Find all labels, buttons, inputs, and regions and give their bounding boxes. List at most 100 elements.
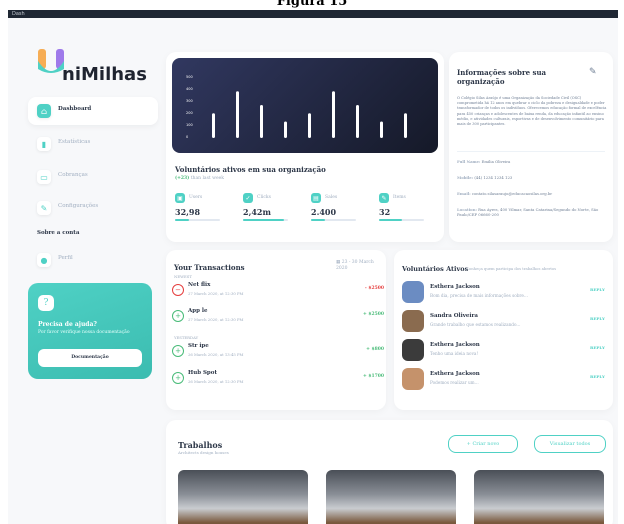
- sidebar: niMilhas ⌂ Dashboard ▮ Estatísticas ▭ Co…: [8, 18, 161, 524]
- avatar: [402, 310, 424, 332]
- field-key: Full Name:: [457, 159, 481, 164]
- info-full-name: Full Name: Emilia Oliveira: [457, 159, 607, 164]
- volunteers-bar-chart: 500 400 300 200 100 0: [172, 58, 438, 153]
- arrow-up-icon: +: [172, 345, 184, 357]
- sidebar-item-label: Dashboard: [58, 106, 92, 112]
- field-value: Rua Ayres, 400 Vilmar, Santa Catarina/Se…: [457, 207, 599, 217]
- volunteers-subtitle: Conheça quem participa dos trabalhos abe…: [466, 266, 557, 271]
- wallet-icon: ▣: [175, 193, 185, 203]
- arrow-down-icon: −: [172, 284, 184, 296]
- app-window: Dash niMilhas ⌂ Dashboard ▮ Estatísticas…: [8, 10, 618, 524]
- active-volunteers-card: 500 400 300 200 100 0 Voluntários ativos em s…: [166, 52, 444, 242]
- kpi-items: ✎ Items 32: [379, 193, 439, 233]
- transaction-row[interactable]: + App le 27 March 2020, at 12:30 PM + $2…: [172, 308, 384, 332]
- sidebar-item-estatisticas[interactable]: ▮ Estatísticas: [28, 130, 158, 158]
- transaction-time: 26 March 2020, at 12:30 PM: [188, 379, 244, 384]
- sidebar-item-label: Estatísticas: [58, 139, 91, 145]
- volunteer-message: Podemos realizar um...: [430, 380, 479, 385]
- y-tick-label: 200: [186, 111, 193, 115]
- card-icon: ▭: [37, 170, 51, 184]
- avatar: [402, 339, 424, 361]
- project-image[interactable]: [326, 470, 456, 524]
- create-new-button[interactable]: + Criar novo: [448, 435, 518, 453]
- logo-text: niMilhas: [62, 64, 147, 85]
- sidebar-item-dashboard[interactable]: ⌂ Dashboard: [28, 97, 158, 125]
- volunteer-name: Esthera Jackson: [430, 371, 480, 377]
- transaction-row[interactable]: − Net flix 27 March 2020, at 12:30 PM - …: [172, 282, 384, 306]
- calendar-icon: ▦: [336, 260, 341, 265]
- figure-caption: Figura 15: [276, 0, 348, 9]
- kpi-clicks: ✓ Clicks 2,42m: [243, 193, 303, 233]
- edit-icon[interactable]: ✎: [589, 67, 597, 77]
- kpi-label: Items: [393, 195, 406, 200]
- transactions-title: Your Transactions: [174, 263, 245, 272]
- organization-info-card: Informações sobre sua organização ✎ O Co…: [449, 52, 613, 242]
- transaction-row[interactable]: + Hub Spot 26 March 2020, at 12:30 PM + …: [172, 370, 384, 394]
- info-description: O Colégio Silas Araújo é uma Organização…: [457, 96, 607, 127]
- sidebar-item-configuracoes[interactable]: ✎ Configurações: [28, 194, 158, 222]
- volunteer-row: Esthera Jackson Tenho uma ideia nova! RE…: [402, 339, 608, 363]
- project-image[interactable]: [474, 470, 604, 524]
- wrench-icon: ✎: [37, 201, 51, 215]
- active-volunteers-list-card: Voluntários Ativos Conheça quem particip…: [394, 250, 613, 410]
- rocket-icon: ✓: [243, 193, 253, 203]
- reply-button[interactable]: REPLY: [590, 316, 605, 321]
- y-tick-label: 100: [186, 123, 193, 127]
- kpi-users: ▣ Users 32,98: [175, 193, 235, 233]
- chart-bar: [380, 121, 383, 138]
- create-new-label: Criar novo: [472, 441, 500, 447]
- volunteer-row: Esthera Jackson Podemos realizar um... R…: [402, 368, 608, 392]
- sidebar-item-label: Perfil: [58, 255, 73, 261]
- field-value: Emilia Oliveira: [481, 159, 511, 164]
- transaction-name: Hub Spot: [188, 370, 217, 376]
- transaction-row[interactable]: + Str ipe 26 March 2020, at 13:45 PM + $…: [172, 343, 384, 367]
- title-bar: Dash: [8, 10, 618, 18]
- kpi-value: 2.400: [311, 207, 337, 217]
- sidebar-item-label: Cobranças: [58, 172, 88, 178]
- kpi-value: 32,98: [175, 207, 201, 217]
- date-range-text: 23 - 30 March 2020: [336, 260, 374, 271]
- chart-bar: [236, 91, 239, 138]
- volunteer-name: Esthera Jackson: [430, 284, 480, 290]
- arrow-up-icon: +: [172, 310, 184, 322]
- sidebar-item-perfil[interactable]: ● Perfil: [28, 246, 158, 274]
- documentation-button[interactable]: Documentação: [38, 349, 142, 367]
- avatar: [402, 281, 424, 303]
- info-mobile: Mobile: (44) 1234 1234 123: [457, 175, 607, 180]
- chart-bar: [212, 113, 215, 138]
- cart-icon: ▤: [311, 193, 321, 203]
- transaction-amount: + $2500: [363, 312, 384, 317]
- volunteer-message: Tenho uma ideia nova!: [430, 351, 479, 356]
- volunteer-name: Esthera Jackson: [430, 342, 480, 348]
- chart-bar: [284, 121, 287, 138]
- y-tick-label: 500: [186, 75, 193, 79]
- project-image[interactable]: [178, 470, 308, 524]
- view-all-button[interactable]: Visualizar todos: [534, 435, 606, 453]
- reply-button[interactable]: REPLY: [590, 345, 605, 350]
- transaction-name: Net flix: [188, 282, 211, 288]
- transaction-name: Str ipe: [188, 343, 209, 349]
- user-icon: ●: [37, 253, 51, 267]
- transaction-time: 27 March 2020, at 12:30 PM: [188, 291, 244, 296]
- transaction-time: 26 March 2020, at 13:45 PM: [188, 352, 244, 357]
- stats-growth-suffix: than last week: [190, 176, 225, 181]
- reply-button[interactable]: REPLY: [590, 374, 605, 379]
- field-value: (44) 1234 1234 123: [474, 175, 513, 180]
- section-label-account: Sobre a conta: [37, 230, 80, 236]
- transaction-amount: - $2500: [364, 286, 384, 291]
- chart-bar: [404, 113, 407, 138]
- volunteer-row: Esthera Jackson Bom dia, precisa de mais…: [402, 281, 608, 305]
- kpi-progress-fill: [379, 219, 402, 221]
- arrow-up-icon: +: [172, 372, 184, 384]
- help-card: ? Precisa de ajuda? Por favor verifique …: [28, 283, 152, 379]
- info-email: Email: contato.silasaraujo@educacaosilas…: [457, 191, 607, 196]
- volunteer-message: Grande trabalho que estamos realizando..…: [430, 322, 521, 327]
- reply-button[interactable]: REPLY: [590, 287, 605, 292]
- volunteer-row: Sandra Oliveira Grande trabalho que esta…: [402, 310, 608, 334]
- chart-bar: [332, 91, 335, 138]
- kpi-value: 32: [379, 207, 391, 217]
- sidebar-item-cobrancas[interactable]: ▭ Cobranças: [28, 163, 158, 191]
- kpi-progress-fill: [311, 219, 325, 221]
- kpi-label: Users: [189, 195, 203, 200]
- volunteer-message: Bom dia, precisa de mais informações sob…: [430, 293, 528, 298]
